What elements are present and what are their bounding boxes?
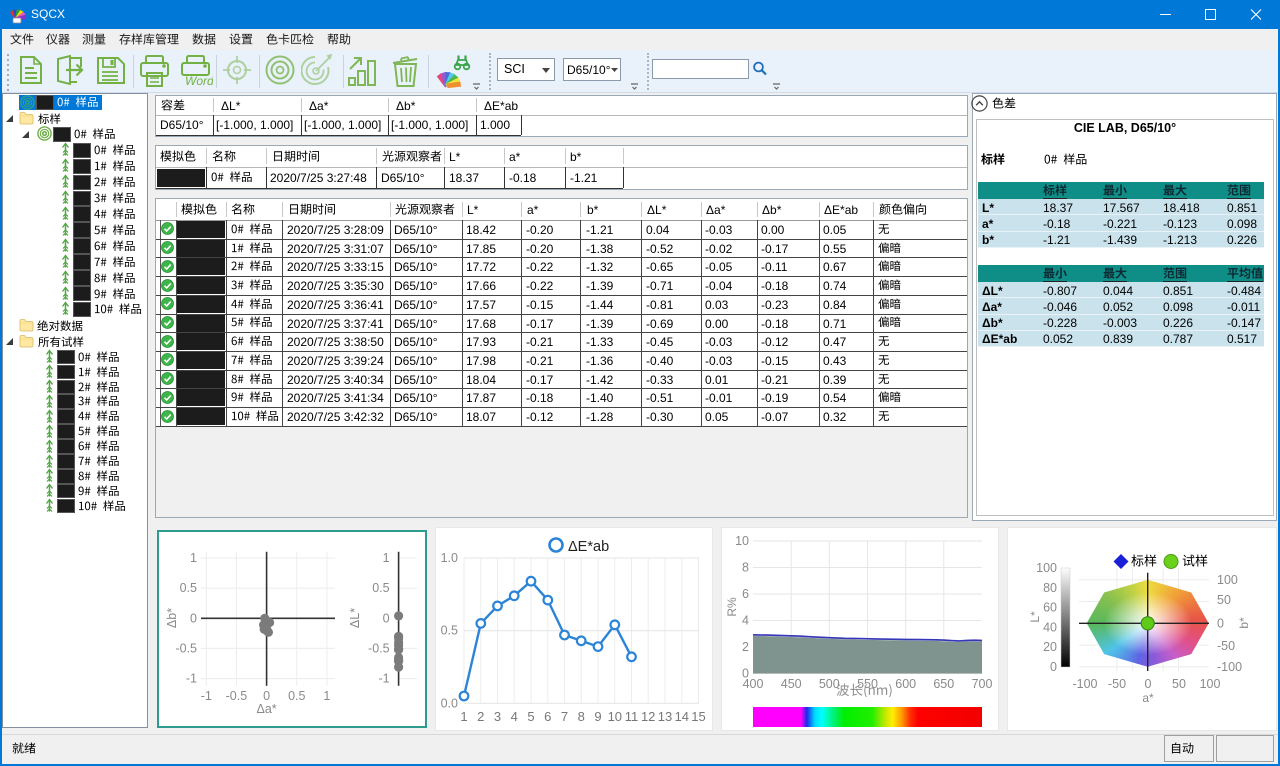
svg-text:6: 6 xyxy=(544,709,551,724)
svg-text:-0.5: -0.5 xyxy=(226,689,248,703)
svg-text:5: 5 xyxy=(527,709,534,724)
svg-text:0: 0 xyxy=(190,611,197,625)
svg-text:0: 0 xyxy=(263,689,270,703)
svg-text:1: 1 xyxy=(383,551,390,565)
svg-text:0.5: 0.5 xyxy=(372,581,389,595)
svg-text:4: 4 xyxy=(742,614,749,628)
svg-text:13: 13 xyxy=(658,709,672,724)
svg-text:10: 10 xyxy=(608,709,622,724)
svg-text:2: 2 xyxy=(477,709,484,724)
svg-text:-0.5: -0.5 xyxy=(368,641,390,655)
svg-text:-1: -1 xyxy=(186,672,197,686)
svg-text:Δa*: Δa* xyxy=(257,702,277,716)
svg-text:-1: -1 xyxy=(378,672,389,686)
svg-text:ΔE*ab: ΔE*ab xyxy=(568,539,609,555)
svg-text:0.5: 0.5 xyxy=(288,689,305,703)
svg-text:0: 0 xyxy=(383,611,390,625)
svg-text:15: 15 xyxy=(691,709,705,724)
svg-text:400: 400 xyxy=(743,677,764,691)
svg-text:0.5: 0.5 xyxy=(180,581,197,595)
svg-text:6: 6 xyxy=(742,587,749,601)
svg-text:3: 3 xyxy=(494,709,501,724)
svg-text:600: 600 xyxy=(895,677,916,691)
svg-text:2: 2 xyxy=(742,640,749,654)
svg-text:R%: R% xyxy=(725,597,739,617)
svg-text:450: 450 xyxy=(781,677,802,691)
svg-text:0.0: 0.0 xyxy=(441,696,458,710)
svg-text:14: 14 xyxy=(675,709,689,724)
svg-text:1: 1 xyxy=(323,689,330,703)
svg-text:1: 1 xyxy=(190,551,197,565)
svg-text:8: 8 xyxy=(578,709,585,724)
svg-text:-1: -1 xyxy=(201,689,212,703)
svg-text:Word: Word xyxy=(185,74,213,88)
svg-text:0.5: 0.5 xyxy=(441,624,458,638)
svg-text:ΔL*: ΔL* xyxy=(348,608,362,628)
svg-text:1.0: 1.0 xyxy=(441,551,458,565)
svg-text:8: 8 xyxy=(742,561,749,575)
svg-text:7: 7 xyxy=(561,709,568,724)
svg-text:Δb*: Δb* xyxy=(165,608,179,628)
svg-text:10: 10 xyxy=(735,534,749,548)
svg-text:11: 11 xyxy=(625,709,639,724)
svg-text:700: 700 xyxy=(972,677,993,691)
svg-text:1: 1 xyxy=(460,709,467,724)
svg-text:-0.5: -0.5 xyxy=(175,641,197,655)
svg-text:9: 9 xyxy=(594,709,601,724)
svg-text:650: 650 xyxy=(933,677,954,691)
svg-text:12: 12 xyxy=(641,709,655,724)
svg-text:4: 4 xyxy=(511,709,518,724)
